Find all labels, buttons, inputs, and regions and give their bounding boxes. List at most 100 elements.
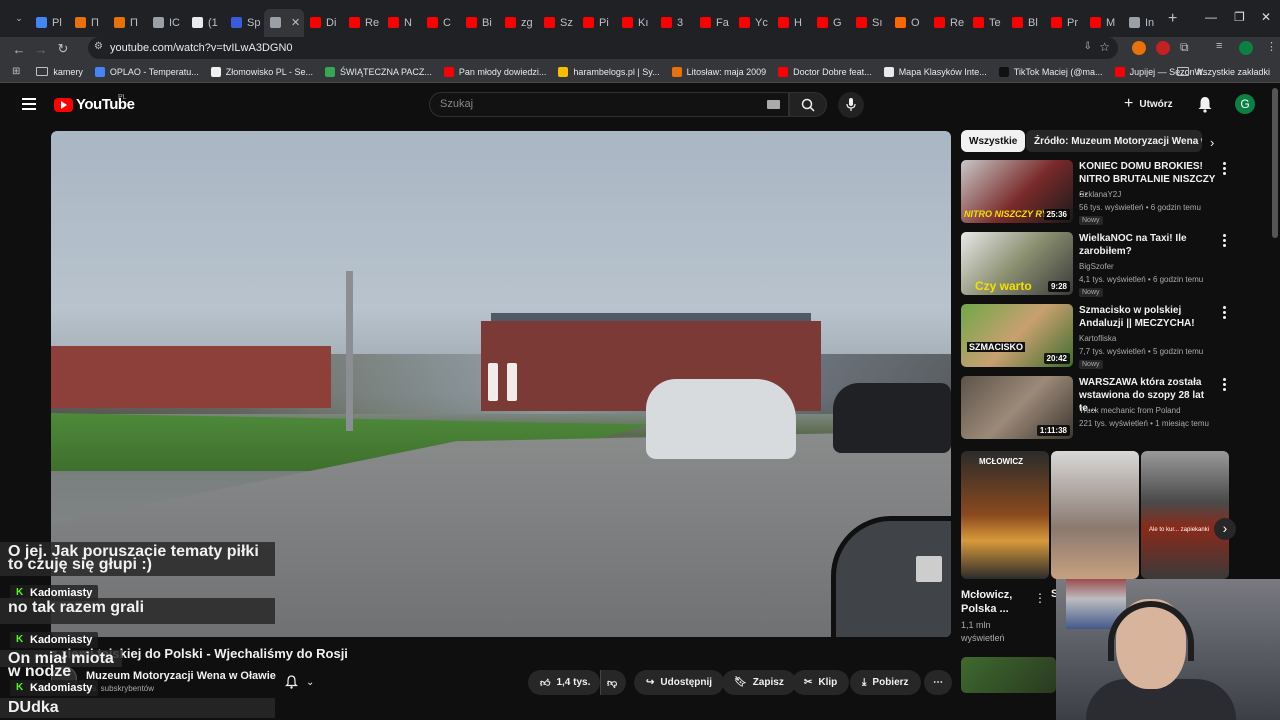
pause-icon[interactable] — [488, 363, 517, 401]
browser-tab[interactable]: ✕ — [264, 8, 304, 37]
recommendation-channel[interactable]: SzklanaY2J — [1079, 190, 1121, 199]
browser-tab[interactable]: Sp — [225, 9, 264, 37]
extension-icon[interactable] — [1132, 41, 1146, 55]
reload-icon[interactable]: ↻ — [52, 41, 74, 57]
recommendation-channel[interactable]: Kartofliska — [1079, 334, 1116, 343]
recommendation-title[interactable]: Szmacisko w polskiej Andaluzji || MECZYC… — [1079, 304, 1219, 330]
browser-tab[interactable]: Kı — [616, 9, 655, 37]
bookmark-item[interactable]: kamery — [30, 67, 89, 77]
browser-tab[interactable]: Re — [343, 9, 382, 37]
bookmark-item[interactable]: OPLAO - Temperatu... — [89, 66, 205, 77]
browser-tab[interactable]: O — [889, 9, 928, 37]
restore-icon[interactable]: ❐ — [1234, 10, 1245, 24]
bookmark-item[interactable]: TikTok Maciej (@ma... — [993, 66, 1109, 77]
recommendation-item[interactable]: 1:11:38 WARSZAWA która została wstawiona… — [961, 376, 1231, 442]
reading-list-icon[interactable]: ≡ — [1216, 40, 1222, 52]
browser-tab[interactable]: zg — [499, 9, 538, 37]
video-thumbnail[interactable]: SZMACISKO 20:42 — [961, 304, 1073, 367]
short-thumbnail[interactable]: Ale to kur... zapiekanki — [1141, 451, 1229, 579]
browser-tab[interactable]: Di — [304, 9, 343, 37]
video-thumbnail[interactable]: NITRO NISZCZY RYB 25:36 — [961, 160, 1073, 223]
recommendation-item[interactable]: SZMACISKO 20:42 Szmacisko w polskiej And… — [961, 304, 1231, 370]
recommendation-title[interactable]: WielkaNOC na Taxi! Ile zarobiłem? — [1079, 232, 1219, 258]
all-bookmarks-folder[interactable]: Wszystkie zakładki — [1171, 67, 1276, 77]
more-vertical-icon[interactable] — [1223, 234, 1226, 249]
dislike-button[interactable]: 👎︎ — [600, 670, 626, 695]
video-thumbnail[interactable]: 1:11:38 — [961, 376, 1073, 439]
address-bar[interactable]: ⚙ youtube.com/watch?v=tvILwA3DGN0 ⇩ ☆ — [88, 37, 1118, 59]
save-button[interactable]: 🔖︎ Zapisz — [722, 670, 796, 695]
menu-icon[interactable] — [22, 98, 36, 113]
account-avatar[interactable]: G — [1235, 94, 1255, 114]
browser-tab[interactable]: Pr — [1045, 9, 1084, 37]
more-actions-button[interactable]: ⋯ — [924, 670, 952, 695]
short-thumbnail[interactable]: MCŁOWICZ — [961, 451, 1049, 579]
close-tab-icon[interactable]: ✕ — [291, 16, 300, 29]
browser-tab[interactable]: Te — [967, 9, 1006, 37]
browser-tab[interactable]: Re — [928, 9, 967, 37]
browser-tab[interactable]: 3 — [655, 9, 694, 37]
browser-tab[interactable]: Bi — [460, 9, 499, 37]
channel-watermark[interactable] — [916, 556, 942, 582]
browser-tab[interactable]: (1 — [186, 9, 225, 37]
extensions-puzzle-icon[interactable]: ⧉ — [1180, 40, 1189, 55]
site-info-icon[interactable]: ⚙ — [94, 41, 103, 52]
bookmark-item[interactable]: Mapa Klasyków Inte... — [878, 66, 993, 77]
chip-all[interactable]: Wszystkie — [961, 130, 1026, 152]
chrome-menu-icon[interactable]: ⋮ — [1266, 40, 1277, 53]
shorts-next-button[interactable]: › — [1214, 518, 1236, 540]
browser-tab[interactable]: Fa — [694, 9, 733, 37]
browser-tab[interactable]: Bl — [1006, 9, 1045, 37]
bookmark-item[interactable]: Doctor Dobre feat... — [772, 66, 878, 77]
bookmark-item[interactable]: Pan młody dowiedzi... — [438, 66, 553, 77]
search-input[interactable]: Szukaj — [429, 92, 789, 117]
browser-tab[interactable]: IC — [147, 9, 186, 37]
browser-tab[interactable]: In — [1123, 9, 1162, 37]
chip-source-channel[interactable]: Źródło: Muzeum Motoryzacji Wena w O — [1026, 130, 1202, 152]
browser-tab[interactable]: Pi — [577, 9, 616, 37]
recommendation-channel[interactable]: Truck mechanic from Poland — [1079, 406, 1181, 415]
clip-button[interactable]: ✂ Klip — [792, 670, 850, 695]
apps-grid-icon[interactable]: ⊞ — [12, 66, 20, 77]
more-vertical-icon[interactable] — [1223, 162, 1226, 177]
bookmark-item[interactable]: harambelogs.pl | Sy... — [552, 66, 665, 77]
subscription-bell-button[interactable]: ⌄ — [285, 675, 314, 689]
browser-tab[interactable]: Sz — [538, 9, 577, 37]
channel-name[interactable]: Muzeum Motoryzacji Wena w Oławie — [86, 670, 276, 682]
create-button[interactable]: + Utwórz — [1124, 95, 1173, 113]
page-scrollbar[interactable] — [1272, 88, 1278, 238]
next-recommendation-thumbnail[interactable] — [961, 657, 1056, 693]
search-button[interactable] — [789, 92, 827, 117]
share-button[interactable]: ↪ Udostępnij — [634, 670, 725, 695]
chevron-right-icon[interactable]: › — [1210, 135, 1214, 150]
like-button[interactable]: 👍︎ 1,4 tys. — [528, 670, 600, 695]
voice-search-button[interactable] — [838, 92, 864, 118]
more-vertical-icon[interactable]: ⋮ — [1034, 591, 1046, 605]
adblock-icon[interactable] — [1156, 41, 1170, 55]
more-vertical-icon[interactable] — [1223, 378, 1226, 393]
browser-tab[interactable]: H — [772, 9, 811, 37]
bookmark-item[interactable]: Litosław: maja 2009 — [666, 66, 773, 77]
download-button[interactable]: ⤓ Pobierz — [850, 670, 921, 695]
browser-tab[interactable]: G — [811, 9, 850, 37]
minimize-icon[interactable]: — — [1205, 10, 1217, 24]
browser-tab[interactable]: M — [1084, 9, 1123, 37]
new-tab-button[interactable]: + — [1168, 10, 1177, 28]
install-icon[interactable]: ⇩ — [1084, 41, 1092, 52]
short-title[interactable]: Mcłowicz, Polska ... — [961, 588, 1031, 616]
browser-tab[interactable]: П — [69, 9, 108, 37]
keyboard-icon[interactable] — [767, 100, 780, 109]
forward-icon[interactable]: → — [30, 42, 52, 57]
youtube-logo[interactable]: YouTube PL — [54, 94, 135, 113]
browser-tab[interactable]: П — [108, 9, 147, 37]
profile-avatar[interactable] — [1239, 41, 1253, 55]
recommendation-item[interactable]: NITRO NISZCZY RYB 25:36 KONIEC DOMU BROK… — [961, 160, 1231, 226]
video-thumbnail[interactable]: Czy warto 9:28 — [961, 232, 1073, 295]
more-vertical-icon[interactable] — [1223, 306, 1226, 321]
browser-tab[interactable]: Sı — [850, 9, 889, 37]
browser-tab[interactable]: Yc — [733, 9, 772, 37]
bookmark-item[interactable]: Złomowisko PL - Se... — [205, 66, 319, 77]
close-window-icon[interactable]: ✕ — [1261, 10, 1271, 24]
bookmark-star-icon[interactable]: ☆ — [1099, 40, 1110, 54]
recommendation-item[interactable]: Czy warto 9:28 WielkaNOC na Taxi! Ile za… — [961, 232, 1231, 298]
